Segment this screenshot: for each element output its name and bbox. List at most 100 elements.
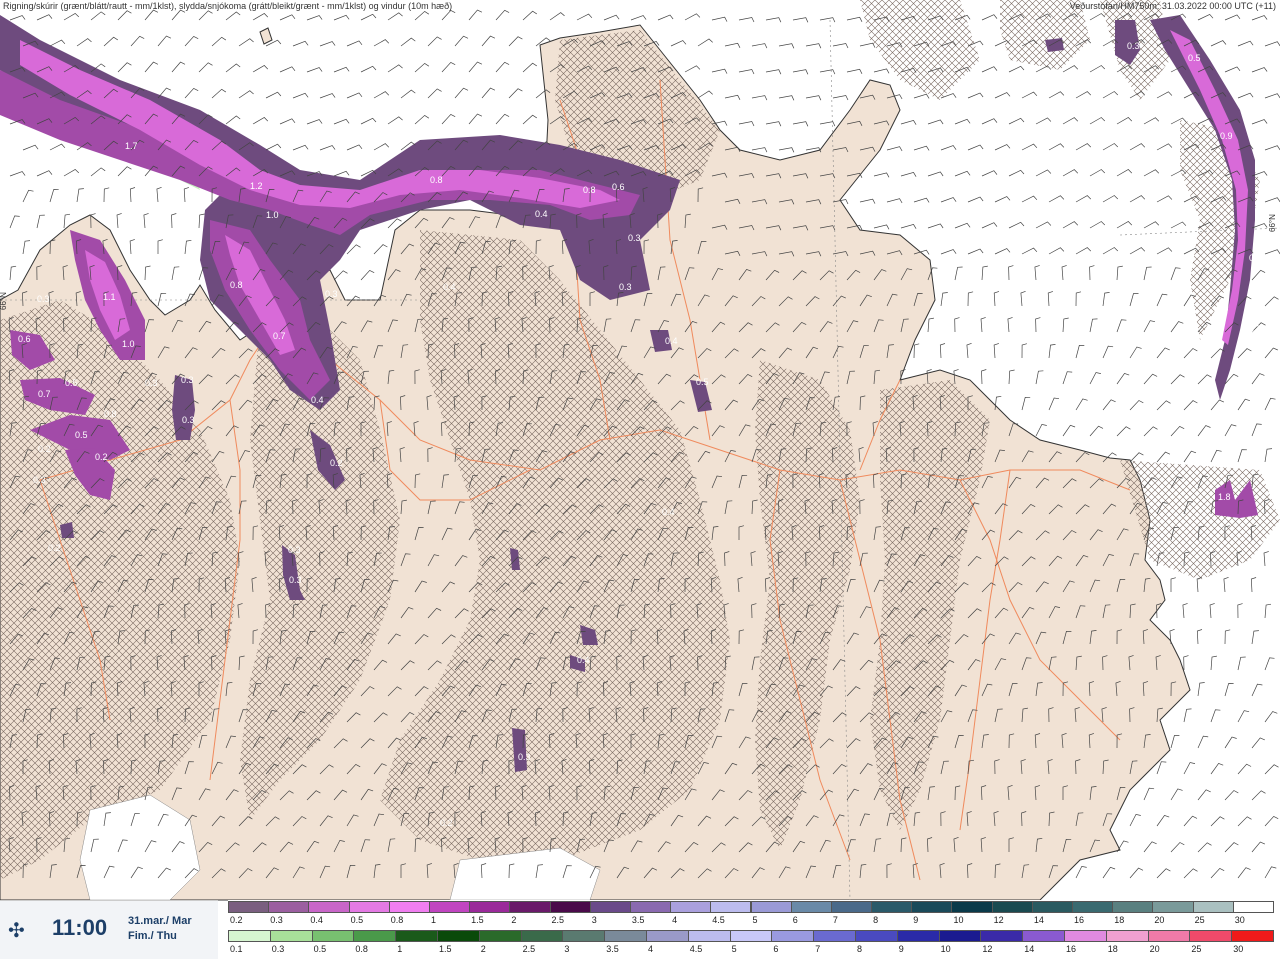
- legend-swatch: [911, 901, 953, 913]
- legend-label: 1.5: [439, 944, 452, 954]
- legend-label: 2: [480, 944, 486, 954]
- legend-swatch: [980, 930, 1024, 942]
- color-legend: 0.2 0.3 0.4 0.5 0.8 1 1.5 2 2.5 3 3.5 4 4.5 5 6 7 8 9 10 12…: [228, 900, 1280, 958]
- map-description: Rigning/skúrir (grænt/blátt/rautt - mm/1…: [3, 1, 453, 11]
- legend-swatch: [1112, 901, 1154, 913]
- legend-swatch: [1147, 930, 1191, 942]
- precip-label: 0.8: [230, 280, 243, 290]
- legend-swatch: [750, 901, 792, 913]
- legend-swatch: [1072, 901, 1114, 913]
- precip-label: 0.4: [535, 209, 548, 219]
- weather-map: 66°N 66°N 1.7 1.2 1.0 0.8 0.8 0.6 0.4 0.…: [0, 0, 1280, 958]
- legend-swatch: [520, 930, 564, 942]
- legend-label: 7: [815, 944, 821, 954]
- forecast-arrows-icon: ✣: [8, 920, 25, 942]
- legend-swatch: [478, 930, 522, 942]
- legend-label: 2: [511, 915, 517, 925]
- precip-label: 1.1: [103, 292, 116, 302]
- legend-label: 3: [564, 944, 570, 954]
- precip-label: 0.3: [628, 233, 641, 243]
- precip-label: 0.4: [311, 395, 324, 405]
- legend-label: 0.4: [310, 915, 323, 925]
- legend-label: 3: [591, 915, 597, 925]
- legend-swatch: [991, 901, 1033, 913]
- legend-swatch: [604, 930, 647, 942]
- precip-label: 0.5: [1188, 53, 1201, 63]
- legend-swatch: [509, 901, 551, 913]
- legend-label: 8: [873, 915, 879, 925]
- precip-label: 0.8: [104, 409, 117, 419]
- legend-swatch: [1064, 930, 1107, 942]
- precip-label: 0.6: [1249, 253, 1262, 263]
- legend-swatch: [395, 930, 438, 942]
- legend-swatch: [1232, 901, 1274, 913]
- legend-swatch: [938, 930, 982, 942]
- legend-label: 30: [1234, 915, 1245, 925]
- legend-swatch: [348, 901, 390, 913]
- legend-label: 18: [1114, 915, 1125, 925]
- precip-label: 0.6: [18, 334, 31, 344]
- legend-label: 8: [857, 944, 863, 954]
- legend-label: 1: [397, 944, 403, 954]
- precip-label: 0.3: [325, 289, 338, 299]
- precip-label: 1.2: [250, 181, 263, 191]
- legend-swatch: [353, 930, 397, 942]
- precip-label: 0.3: [289, 575, 302, 585]
- legend-swatch: [562, 930, 606, 942]
- legend-swatch: [268, 901, 310, 913]
- legend-label: 18: [1107, 944, 1118, 954]
- legend-swatch: [670, 901, 712, 913]
- legend-label: 12: [982, 944, 993, 954]
- legend-swatch: [228, 901, 270, 913]
- forecast-source: Veðurstofan/HM750m: 31.03.2022 00:00 UTC…: [1069, 1, 1276, 11]
- legend-label: 14: [1033, 915, 1044, 925]
- precip-label: 0.3: [619, 282, 632, 292]
- precip-label: 0.8: [583, 185, 596, 195]
- legend-label: 16: [1066, 944, 1077, 954]
- precip-label: 0.7: [38, 389, 51, 399]
- legend-swatch: [830, 901, 873, 913]
- precip-label: 0.5: [75, 430, 88, 440]
- legend-label: 3.5: [606, 944, 619, 954]
- legend-label: 0.5: [350, 915, 364, 925]
- time-panel: ✣ 11:00 31.mar./ Mar Fim./ Thu: [0, 900, 218, 959]
- legend-label: 4: [672, 915, 678, 925]
- precip-label: 0.6: [612, 182, 625, 192]
- precip-label: 0.3: [33, 475, 46, 485]
- legend-label: 1.5: [471, 915, 484, 925]
- legend-swatch: [469, 901, 511, 913]
- legend-swatch: [1105, 930, 1149, 942]
- legend-swatch: [1189, 930, 1233, 942]
- precip-label: 0.2: [38, 444, 51, 454]
- legend-label: 0.3: [270, 915, 283, 925]
- legend-label: 0.3: [271, 944, 285, 954]
- legend-label: 0.2: [230, 915, 243, 925]
- legend-label: 0.1: [230, 944, 243, 954]
- legend-label: 5: [752, 915, 758, 925]
- legend-swatch: [437, 930, 480, 942]
- legend-swatch: [589, 901, 631, 913]
- forecast-date: 31.mar./ Mar: [128, 915, 192, 927]
- legend-swatch: [1231, 930, 1274, 942]
- legend-swatch: [871, 901, 913, 913]
- legend-label: 20: [1149, 944, 1160, 954]
- legend-swatch: [729, 930, 773, 942]
- legend-swatch: [771, 930, 815, 942]
- legend-swatch: [1152, 901, 1194, 913]
- legend-swatch: [813, 930, 856, 942]
- legend-label: 0.8: [390, 915, 404, 925]
- precip-label: 0.3: [145, 378, 158, 388]
- precip-label: 0.5: [65, 378, 78, 388]
- legend-label: 0.8: [355, 944, 368, 954]
- precip-label: 0.2: [440, 818, 453, 828]
- legend-label: 1: [430, 915, 436, 925]
- precip-label: 0.2: [48, 543, 61, 553]
- precip-label: 0.4: [662, 507, 675, 517]
- legend-label: 2.5: [551, 915, 565, 925]
- legend-swatch: [710, 901, 752, 913]
- precip-label: 1.8: [1218, 492, 1231, 502]
- legend-label: 6: [792, 915, 798, 925]
- legend-swatch: [549, 901, 591, 913]
- legend-label: 9: [898, 944, 904, 954]
- legend-swatch: [228, 930, 271, 942]
